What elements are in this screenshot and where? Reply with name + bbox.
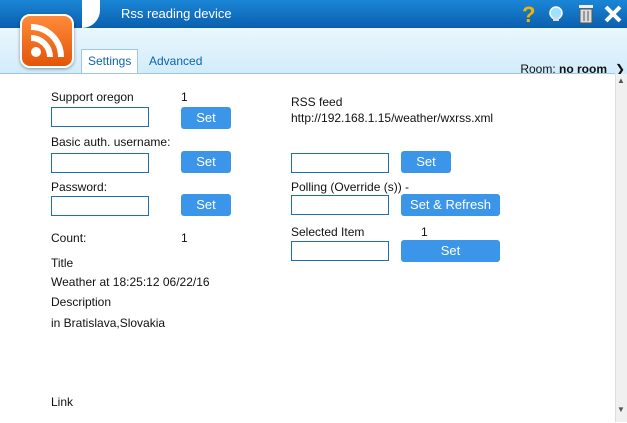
scroll-up-icon[interactable]: ▲ bbox=[617, 76, 625, 85]
support-oregon-label: Support oregon bbox=[51, 90, 134, 104]
trash-icon[interactable] bbox=[576, 3, 596, 25]
description-value: in Bratislava,Slovakia bbox=[51, 316, 166, 330]
window-title: Rss reading device bbox=[121, 6, 232, 21]
set-selected-button[interactable]: Set bbox=[401, 240, 500, 262]
rss-logo bbox=[20, 14, 74, 68]
polling-label: Polling (Override (s)) - bbox=[291, 180, 410, 194]
set-username-button[interactable]: Set bbox=[181, 151, 231, 173]
selected-item-value: 1 bbox=[421, 225, 428, 239]
count-value: 1 bbox=[181, 231, 188, 245]
close-icon[interactable] bbox=[603, 3, 623, 25]
set-support-button[interactable]: Set bbox=[181, 107, 231, 129]
bulb-icon[interactable] bbox=[546, 3, 566, 25]
link-label: Link bbox=[51, 395, 74, 409]
description-label: Description bbox=[51, 295, 112, 309]
rss-feed-url: http://192.168.1.15/weather/wxrss.xml bbox=[291, 111, 494, 125]
set-refresh-button[interactable]: Set & Refresh bbox=[401, 194, 500, 216]
rss-feed-input[interactable] bbox=[291, 153, 389, 173]
set-feed-button[interactable]: Set bbox=[401, 151, 451, 173]
password-input[interactable] bbox=[51, 196, 149, 216]
title-notch bbox=[82, 0, 100, 28]
title-value: Weather at 18:25:12 06/22/16 bbox=[51, 275, 210, 289]
tab-advanced[interactable]: Advanced bbox=[143, 50, 208, 72]
rss-feed-label: RSS feed bbox=[291, 95, 343, 109]
basic-auth-input[interactable] bbox=[51, 153, 149, 173]
svg-text:?: ? bbox=[522, 3, 535, 25]
title-label: Title bbox=[51, 256, 74, 270]
support-oregon-input[interactable] bbox=[51, 107, 149, 127]
selected-item-input[interactable] bbox=[291, 241, 389, 261]
title-bar: Rss reading device ? bbox=[0, 0, 627, 28]
count-label: Count: bbox=[51, 231, 87, 245]
scroll-down-icon[interactable]: ▼ bbox=[617, 405, 625, 414]
basic-auth-label: Basic auth. username: bbox=[51, 135, 171, 149]
vertical-scrollbar[interactable]: ▲ ▼ bbox=[615, 74, 627, 422]
support-oregon-value: 1 bbox=[181, 90, 188, 104]
selected-item-label: Selected Item bbox=[291, 225, 365, 239]
password-label: Password: bbox=[51, 180, 108, 194]
help-icon[interactable]: ? bbox=[519, 2, 539, 27]
polling-input[interactable] bbox=[291, 195, 389, 215]
set-password-button[interactable]: Set bbox=[181, 194, 231, 216]
tab-settings[interactable]: Settings bbox=[81, 49, 139, 74]
